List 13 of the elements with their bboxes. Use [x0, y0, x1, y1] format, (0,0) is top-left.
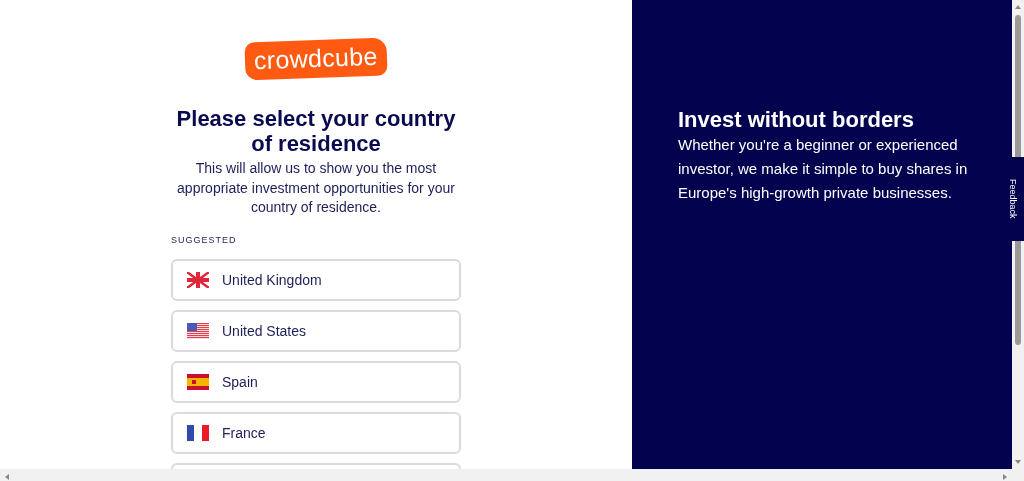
- section-label: SUGGESTED: [171, 234, 237, 245]
- country-option[interactable]: United Kingdom: [171, 258, 461, 301]
- promo-title: Invest without borders: [678, 106, 915, 133]
- country-option[interactable]: United States: [171, 309, 461, 352]
- flag-icon: [187, 373, 209, 390]
- page-heading: Please select your country of residence: [175, 106, 457, 156]
- flag-icon: [187, 322, 209, 339]
- country-option[interactable]: France: [171, 411, 461, 454]
- promo-text: Whether you're a beginner or experienced investor, we make it simple to buy shares in Europe's high-growth private businesses.: [678, 135, 969, 203]
- intro-text: This will allow us to show you the most appropriate investment opportunities for your country of residence.: [176, 159, 456, 217]
- flag-icon: [187, 271, 209, 288]
- country-option[interactable]: Spain: [171, 360, 461, 403]
- flag-icon: [187, 424, 209, 441]
